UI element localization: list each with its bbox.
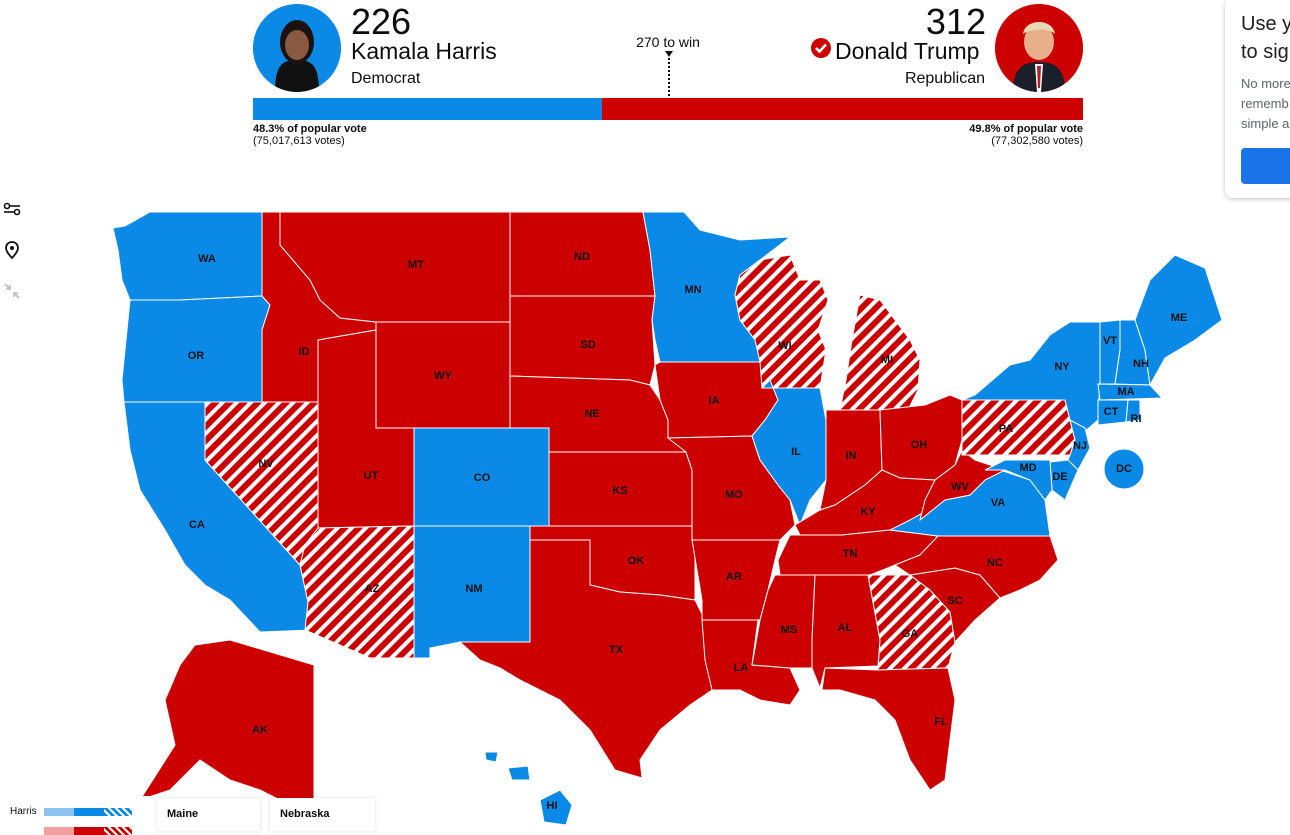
state-label-nj: NJ: [1073, 440, 1087, 452]
state-pa[interactable]: [961, 399, 1076, 456]
trump-popular-pct: 49.8% of popular vote: [969, 123, 1083, 135]
state-label-wi: WI: [778, 340, 791, 352]
state-label-hi: HI: [547, 800, 558, 812]
harris-name: Kamala Harris: [351, 38, 497, 64]
state-label-wa: WA: [198, 253, 216, 265]
state-label-tx: TX: [609, 644, 624, 656]
state-hi-islands-2: [507, 765, 531, 781]
state-label-wv: WV: [951, 481, 969, 493]
legend-trump-swatch: [44, 827, 132, 835]
state-label-az: AZ: [365, 583, 380, 595]
state-label-ia: IA: [709, 395, 720, 407]
state-label-wy: WY: [434, 370, 452, 382]
harris-party: Democrat: [351, 70, 421, 87]
state-wa[interactable]: [112, 211, 263, 301]
state-label-ga: GA: [902, 628, 919, 640]
state-label-md: MD: [1019, 462, 1036, 474]
state-label-ct: CT: [1104, 406, 1119, 418]
state-label-il: IL: [791, 446, 801, 458]
state-label-la: LA: [734, 662, 749, 674]
trump-ev-bar: [602, 98, 1083, 120]
state-fl[interactable]: [821, 667, 956, 791]
threshold-label: 270 to win: [636, 34, 700, 50]
state-label-mo: MO: [725, 489, 743, 501]
state-label-or: OR: [188, 350, 205, 362]
state-label-ky: KY: [860, 506, 876, 518]
state-label-ma: MA: [1117, 386, 1134, 398]
threshold-arrow-icon: [665, 51, 673, 57]
state-hi-islands: [484, 751, 499, 763]
state-label-ks: KS: [612, 485, 627, 497]
state-label-vt: VT: [1103, 335, 1117, 347]
state-label-fl: FL: [934, 716, 948, 728]
location-button[interactable]: [0, 238, 24, 262]
us-electoral-map: WA OR CA NV ID MT WY UT CO AZ NM ND SD NE KS OK TX MN IA MO…: [112, 211, 1223, 826]
location-pin-icon: [5, 241, 19, 260]
maine-split-tab[interactable]: Maine: [157, 798, 260, 831]
state-label-mt: MT: [408, 259, 424, 271]
trump-party: Republican: [904, 70, 985, 87]
harris-popular-pct: 48.3% of popular vote: [253, 123, 367, 135]
state-label-mi: MI: [881, 354, 893, 366]
state-label-ny: NY: [1054, 361, 1070, 373]
legend: Harris: [0, 796, 150, 835]
state-label-ri: RI: [1131, 413, 1142, 425]
state-label-id: ID: [299, 346, 310, 358]
google-sign-in-popup: Use y to sig No more rememb simple a: [1225, 0, 1290, 198]
state-label-de: DE: [1052, 471, 1067, 483]
state-label-ar: AR: [726, 571, 742, 583]
harris-popular-votes: (75,017,613 votes): [253, 135, 345, 147]
state-label-sd: SD: [580, 339, 595, 351]
state-label-nd: ND: [574, 251, 590, 263]
state-label-pa: PA: [999, 423, 1014, 435]
state-label-ne: NE: [584, 408, 599, 420]
trump-electoral-votes: 312: [925, 1, 986, 42]
harris-ev-bar: [253, 98, 602, 120]
harris-photo: [253, 4, 341, 92]
state-ak[interactable]: [138, 639, 315, 811]
state-mi[interactable]: [839, 294, 921, 411]
harris-electoral-votes: 226: [351, 1, 412, 42]
winner-check-icon: [811, 38, 831, 58]
state-label-me: ME: [1171, 312, 1188, 324]
popup-continue-button[interactable]: [1241, 148, 1290, 184]
state-label-dc: DC: [1116, 463, 1132, 475]
state-label-co: CO: [474, 472, 491, 484]
state-label-in: IN: [846, 450, 857, 462]
state-label-ca: CA: [189, 519, 205, 531]
state-label-oh: OH: [911, 439, 928, 451]
filter-settings-icon: [3, 202, 21, 216]
state-label-ut: UT: [364, 470, 379, 482]
collapse-icon: [4, 283, 20, 299]
state-label-va: VA: [991, 497, 1006, 509]
trump-popular-votes: (77,302,580 votes): [991, 135, 1083, 147]
collapse-button[interactable]: [0, 279, 24, 303]
state-label-nc: NC: [987, 557, 1003, 569]
popup-title: Use y to sig: [1241, 13, 1290, 63]
state-label-ak: AK: [252, 724, 268, 736]
state-label-nh: NH: [1133, 358, 1149, 370]
state-label-ms: MS: [781, 624, 798, 636]
legend-harris-swatch: [44, 808, 132, 816]
trump-name: Donald Trump: [835, 38, 980, 64]
nebraska-split-tab[interactable]: Nebraska: [270, 798, 375, 831]
trump-photo: [995, 4, 1083, 92]
filter-settings-button[interactable]: [0, 197, 24, 221]
state-label-ok: OK: [628, 555, 645, 567]
state-label-mn: MN: [684, 284, 701, 296]
state-label-nv: NV: [258, 458, 274, 470]
legend-harris-label: Harris: [10, 806, 37, 817]
state-label-al: AL: [838, 622, 853, 634]
state-az[interactable]: [299, 525, 415, 659]
state-label-sc: SC: [947, 595, 962, 607]
state-label-nm: NM: [465, 583, 482, 595]
popup-body: No more rememb simple a: [1241, 76, 1290, 131]
state-label-tn: TN: [843, 548, 858, 560]
